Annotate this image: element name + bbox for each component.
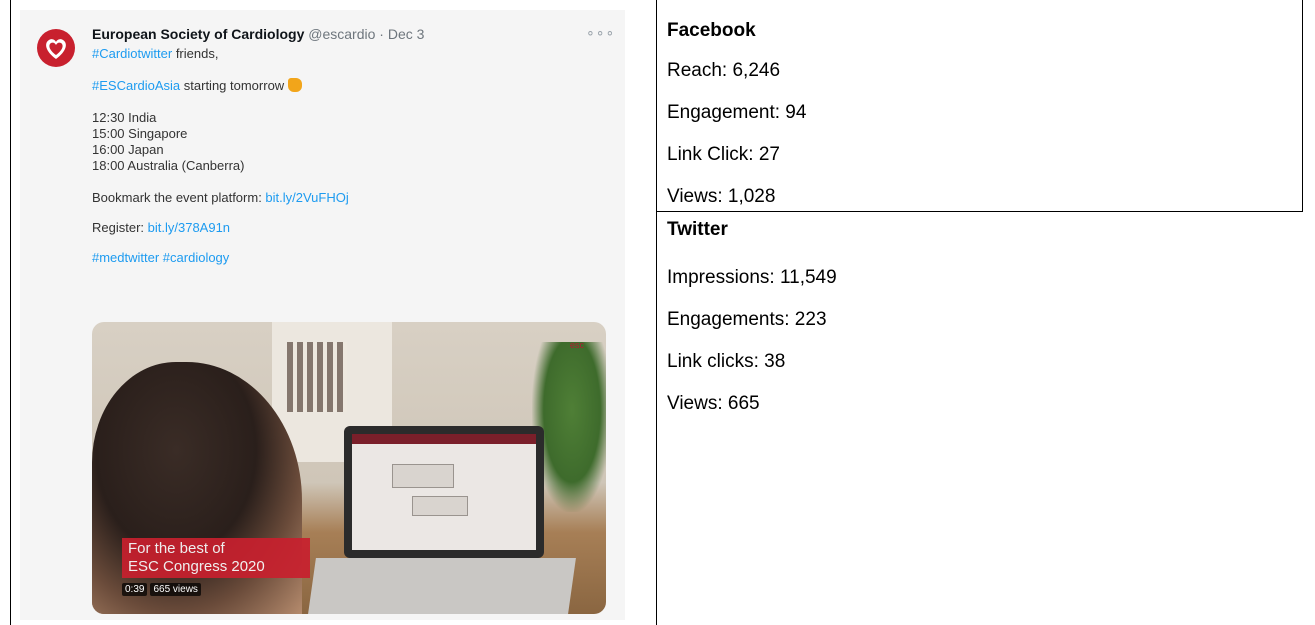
laptop-display xyxy=(352,434,536,550)
thumbs-up-icon xyxy=(288,78,303,92)
facebook-reach: Reach: 6,246 xyxy=(667,60,781,81)
register-line: Register: bit.ly/378A91n xyxy=(92,220,612,236)
twitter-title: Twitter xyxy=(667,219,728,240)
facebook-title: Facebook xyxy=(667,20,756,41)
video-views: 665 views xyxy=(150,583,201,596)
twitter-engagements: Engagements: 223 xyxy=(667,309,827,330)
schedule-line: 15:00 Singapore xyxy=(92,126,188,141)
table-row-divider xyxy=(656,211,1303,212)
more-options-icon[interactable]: ∘∘∘ xyxy=(586,24,615,41)
register-link[interactable]: bit.ly/378A91n xyxy=(148,220,230,235)
twitter-link-clicks: Link clicks: 38 xyxy=(667,351,786,372)
bookmark-link[interactable]: bit.ly/2VuFHOj xyxy=(265,190,348,205)
tweet-line-2-text: starting tomorrow xyxy=(180,78,285,93)
esc-heart-logo-icon[interactable] xyxy=(36,28,76,68)
overlay-line-1: For the best of xyxy=(128,540,225,557)
schedule-line: 12:30 India xyxy=(92,110,157,125)
laptop-keyboard xyxy=(308,558,576,614)
author-name[interactable]: European Society of Cardiology xyxy=(92,26,304,42)
hashtags-line[interactable]: #medtwitter #cardiology xyxy=(92,250,612,266)
tweet-line-2: #ESCardioAsia starting tomorrow xyxy=(92,78,612,94)
background-books xyxy=(287,342,347,412)
bookmark-line: Bookmark the event platform: bit.ly/2VuF… xyxy=(92,190,612,206)
tweet-text: #Cardiotwitter friends, #ESCardioAsia st… xyxy=(92,46,612,266)
laptop-display-box xyxy=(392,464,454,488)
twitter-impressions: Impressions: 11,549 xyxy=(667,267,837,288)
facebook-stats: Facebook Reach: 6,246 Engagement: 94 Lin… xyxy=(667,0,1297,210)
tweet-line-1-text: friends, xyxy=(172,46,219,61)
tweet-line-1: #Cardiotwitter friends, xyxy=(92,46,612,62)
video-thumbnail[interactable]: esc For the best of ESC Congress 2020 0:… xyxy=(92,322,606,614)
video-duration: 0:39 xyxy=(122,583,148,596)
table-middle-border xyxy=(656,0,657,625)
author-handle[interactable]: @escardio xyxy=(308,26,375,42)
twitter-views: Views: 665 xyxy=(667,393,760,414)
tweet-header: European Society of Cardiology @escardio… xyxy=(92,26,424,42)
tweet-card: European Society of Cardiology @escardio… xyxy=(20,10,625,620)
tweet-date[interactable]: Dec 3 xyxy=(388,26,425,42)
laptop-display-header xyxy=(352,434,536,444)
twitter-stats: Twitter Impressions: 11,549 Engagements:… xyxy=(667,213,1297,613)
hashtag-escardioasia[interactable]: #ESCardioAsia xyxy=(92,78,180,93)
overlay-line-2: ESC Congress 2020 xyxy=(128,558,265,575)
table-left-border xyxy=(10,0,11,625)
facebook-link-click: Link Click: 27 xyxy=(667,144,780,165)
facebook-engagement: Engagement: 94 xyxy=(667,102,807,123)
laptop-display-box xyxy=(412,496,468,516)
header-separator: · xyxy=(379,26,384,42)
hashtag-cardiotwitter[interactable]: #Cardiotwitter xyxy=(92,46,172,61)
register-text: Register: xyxy=(92,220,148,235)
video-badges: 0:39 665 views xyxy=(122,583,201,596)
schedule-line: 16:00 Japan xyxy=(92,142,164,157)
table-right-border xyxy=(1302,0,1303,212)
video-overlay-caption: For the best of ESC Congress 2020 xyxy=(122,538,310,578)
esc-watermark: esc xyxy=(570,340,585,350)
bookmark-text: Bookmark the event platform: xyxy=(92,190,266,205)
facebook-views: Views: 1,028 xyxy=(667,186,776,207)
schedule-line: 18:00 Australia (Canberra) xyxy=(92,158,245,173)
